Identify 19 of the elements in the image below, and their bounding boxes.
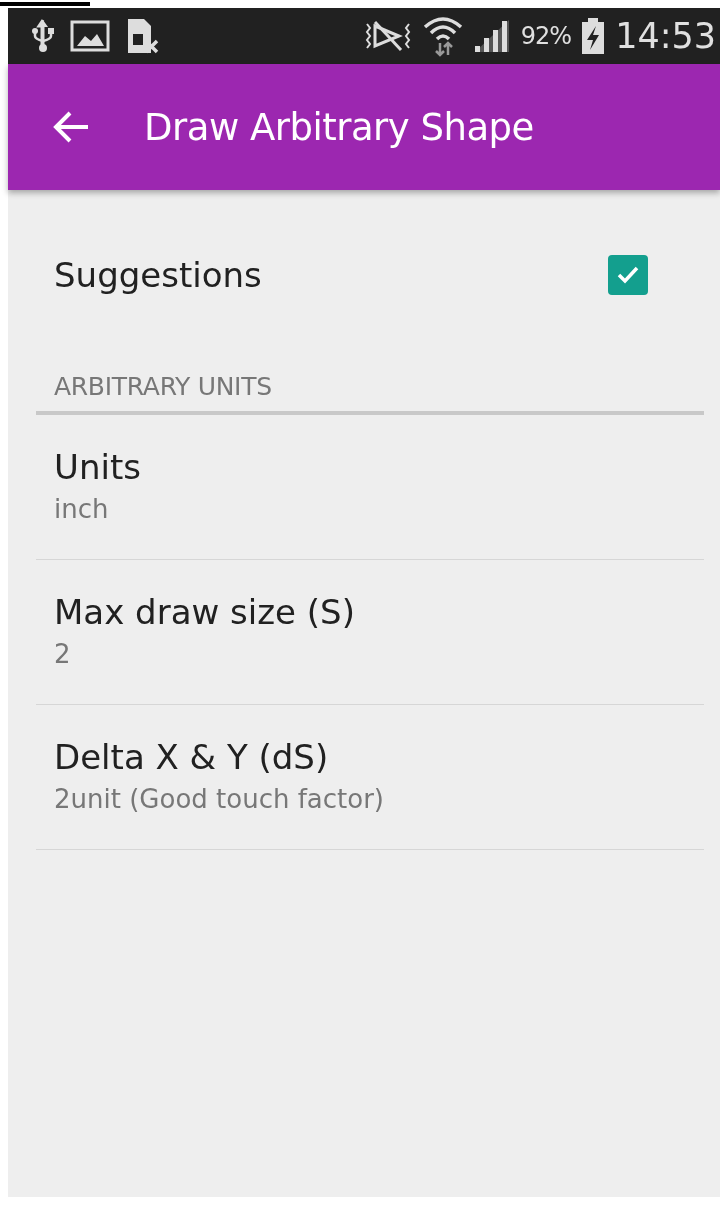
battery-charging-icon [581,17,606,55]
preference-title[interactable]: Units [54,447,686,488]
preference-title[interactable]: Max draw size (S) [54,592,686,633]
sim-card-icon [126,17,160,55]
signal-icon [472,18,511,54]
checkbox[interactable] [608,255,648,295]
screen-title: Draw Arbitrary Shape [144,105,534,149]
preference-summary: 2unit (Good touch factor) [54,783,385,814]
setting-label: Suggestions [54,255,262,295]
preference-title[interactable]: Delta X & Y (dS) [54,737,686,778]
back-arrow-icon[interactable] [52,110,90,144]
preference-summary: 2 [54,638,72,669]
image-icon [70,19,110,53]
wifi-icon [422,15,463,57]
clock: 14:53 [615,16,716,56]
battery-percentage: 92% [520,22,572,50]
section-header: ARBITRARY UNITS [53,371,273,403]
preference-summary: inch [54,493,110,524]
usb-icon [32,19,54,53]
